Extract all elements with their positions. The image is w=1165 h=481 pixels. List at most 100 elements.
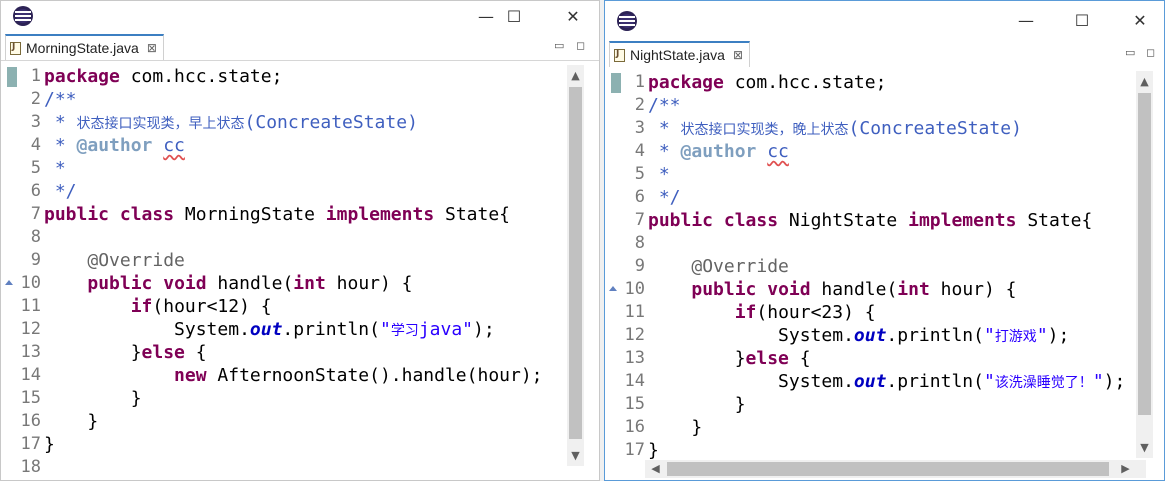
close-button[interactable]: ✕ [1117,5,1163,35]
maximize-pane-icon[interactable]: ◻ [576,39,585,52]
code-token: .println( [282,319,380,340]
code-token: " [983,325,995,346]
line-number: 13 [20,342,41,362]
code-token: (ConcreateState) [848,118,1022,139]
code-token: else [745,348,789,369]
tab-close-icon[interactable]: ⊠ [733,48,743,62]
maximize-button[interactable]: ☐ [1059,5,1105,35]
java-file-icon [10,41,21,55]
scroll-up-icon[interactable]: ▲ [567,69,584,82]
line-number: 6 [634,187,645,207]
editor-window-night: — ☐ ✕ NightState.java ⊠ ▭ ◻ 1package com… [604,0,1165,481]
code-token: " [1092,371,1104,392]
vertical-scrollbar[interactable]: ▲ ▼ [1136,71,1153,458]
code-text: public class MorningState implements Sta… [44,203,510,226]
line-number: 9 [634,256,645,276]
code-token: System. [44,319,250,340]
code-token: @Override [691,256,789,277]
horizontal-scrollbar[interactable]: ◀ ▶ [645,460,1146,478]
code-token: * [648,141,681,162]
code-text: * @author cc [648,140,789,163]
line-number: 16 [20,411,41,431]
code-token: public [691,279,757,300]
code-text: */ [44,180,77,203]
scroll-thumb[interactable] [569,87,582,439]
code-token: State{ [1016,210,1093,231]
minimize-button[interactable]: — [1003,5,1049,35]
code-text: System.out.println("该洗澡睡觉了！"); [648,370,1125,395]
code-token: @author [680,141,757,162]
scroll-down-icon[interactable]: ▼ [1136,441,1153,454]
code-token: if [130,296,153,317]
line-number: 17 [624,440,645,460]
code-editor[interactable]: 1 package com.hcc.state; 2/** 3 * 状态接口实现类，晚… [605,67,1164,480]
code-text: */ [648,186,681,209]
code-token: (hour<12) { [152,296,272,317]
line-number: 18 [20,457,41,477]
scroll-thumb[interactable] [1138,93,1151,415]
code-token: 该洗澡睡觉了！ [994,375,1093,391]
tab-close-icon[interactable]: ⊠ [147,41,157,55]
code-token: com.hcc.state; [723,72,887,93]
line-number: 4 [634,141,645,161]
maximize-button[interactable]: ☐ [491,1,537,31]
code-token: class [119,204,175,225]
code-token: } [648,348,746,369]
code-text: /** [648,94,681,117]
line-number: 1 [634,72,645,92]
close-button[interactable]: ✕ [550,1,596,31]
scroll-up-icon[interactable]: ▲ [1136,75,1153,88]
code-token: public [44,204,110,225]
code-token: @author [76,135,153,156]
code-token: @Override [87,250,185,271]
code-text: /** [44,88,77,111]
code-text: System.out.println("打游戏"); [648,324,1069,349]
line-number: 16 [624,417,645,437]
code-token: out [853,325,887,346]
code-token: void [767,279,811,300]
code-token: ); [1103,371,1126,392]
code-token: * [648,118,681,139]
line-number: 2 [634,95,645,115]
minimize-pane-icon[interactable]: ▭ [1125,46,1135,59]
code-text: if(hour<23) { [648,301,876,324]
code-token: package [44,66,120,87]
editor-window-morning: — ☐ ✕ MorningState.java ⊠ ▭ ◻ 1package c… [0,0,600,481]
code-token: NightState [778,210,909,231]
scroll-down-icon[interactable]: ▼ [567,449,584,462]
line-number: 7 [634,210,645,230]
code-token: " [1036,325,1048,346]
line-number: 17 [20,434,41,454]
maximize-pane-icon[interactable]: ◻ [1146,46,1155,59]
scroll-left-icon[interactable]: ◀ [647,462,664,475]
code-text: * [648,163,670,186]
tab-nightstate[interactable]: NightState.java ⊠ [609,41,751,67]
code-token: (ConcreateState) [244,112,418,133]
code-text: * 状态接口实现类，早上状态(ConcreateState) [44,111,418,136]
scroll-thumb[interactable] [667,462,1109,476]
code-token: handle( [810,279,898,300]
code-token: (hour<23) { [756,302,876,323]
tab-morningstate[interactable]: MorningState.java ⊠ [5,34,164,60]
code-token: State{ [434,204,511,225]
java-file-icon [614,48,625,62]
scroll-right-icon[interactable]: ▶ [1117,462,1134,475]
line-number: 4 [30,135,41,155]
code-token: */ [648,187,681,208]
code-token: java" [418,319,473,340]
line-number: 5 [634,164,645,184]
code-editor[interactable]: 1 package com.hcc.state; 2/** 3 * 状态接口实现类，早… [1,61,599,480]
line-number: 14 [624,371,645,391]
code-token: else [141,342,185,363]
minimize-pane-icon[interactable]: ▭ [554,39,564,52]
eclipse-logo-icon [617,11,637,31]
vertical-scrollbar[interactable]: ▲ ▼ [567,65,584,466]
line-number: 9 [30,250,41,270]
code-text: } [648,439,659,462]
